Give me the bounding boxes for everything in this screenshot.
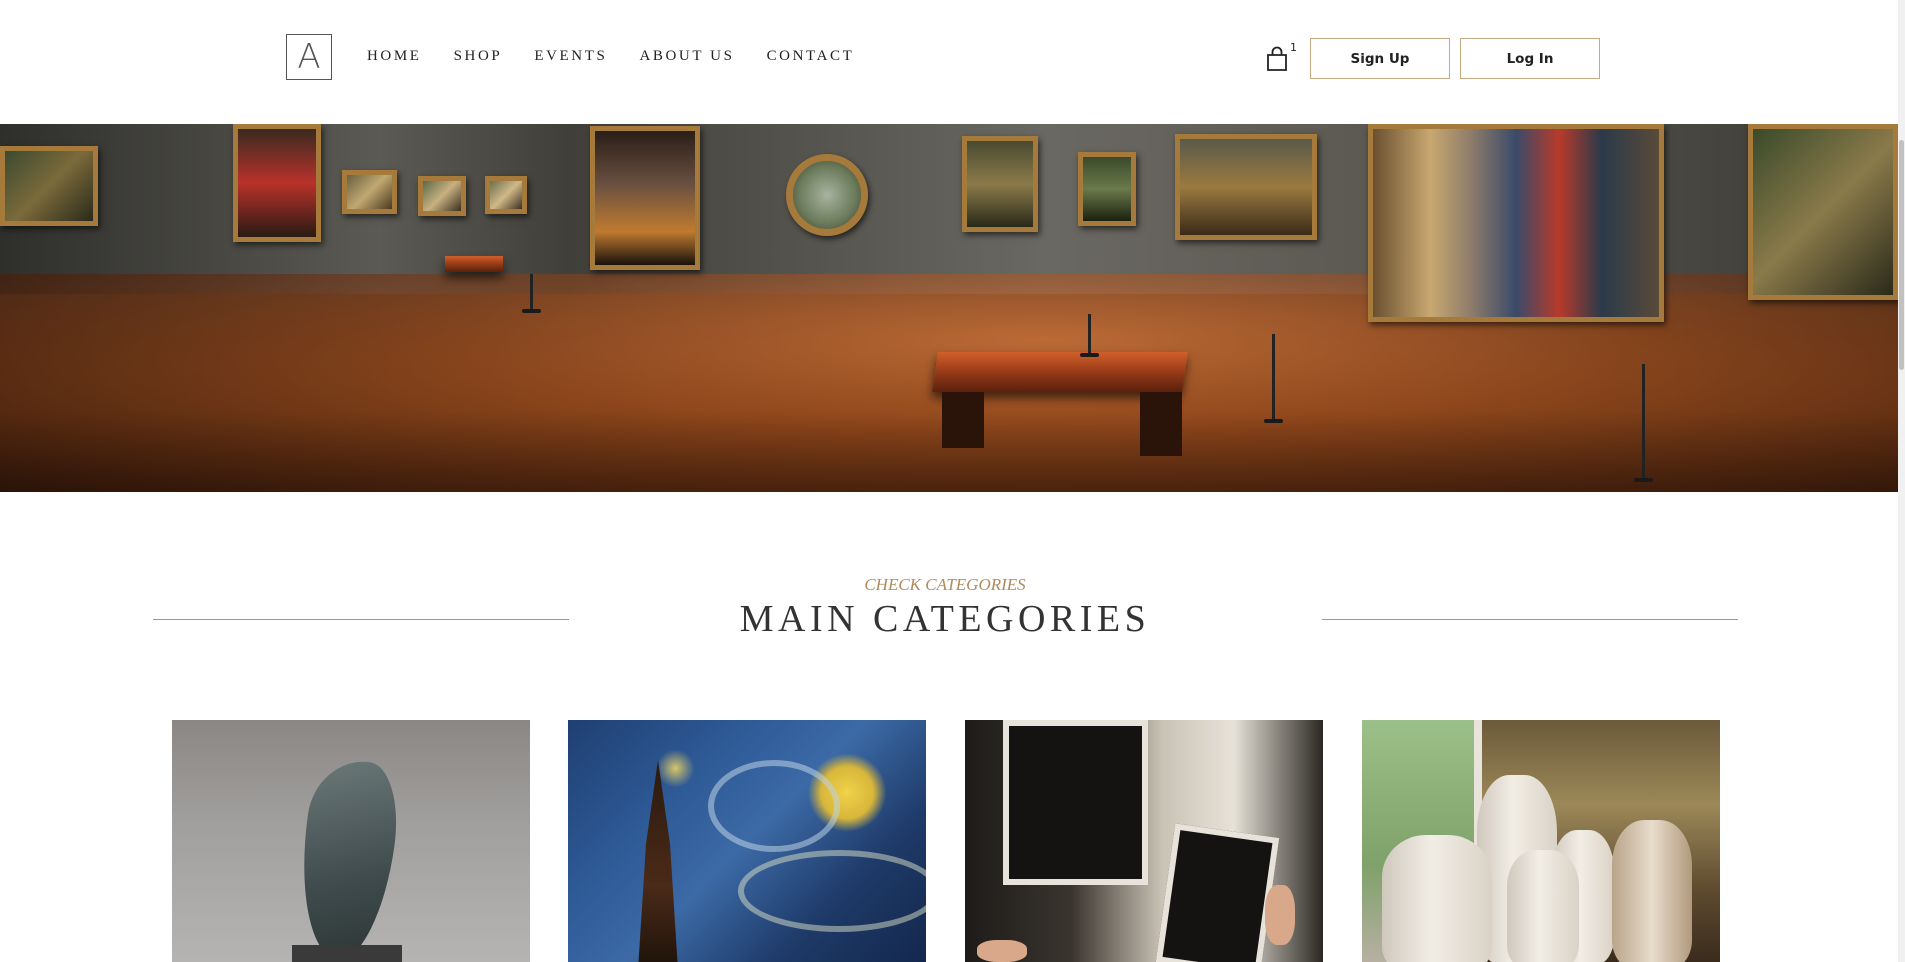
rope-post: [522, 274, 541, 313]
category-card-ceramics[interactable]: [1362, 720, 1720, 962]
sculpture-image: [288, 754, 406, 962]
painting: [418, 176, 466, 216]
painting: [485, 176, 527, 214]
divider-left: [153, 619, 569, 620]
scrollbar-thumb[interactable]: [1899, 140, 1904, 370]
hand: [977, 940, 1027, 962]
site-header: A HOME SHOP EVENTS ABOUT US CONTACT 1 Si…: [0, 0, 1898, 124]
cypress-tree: [638, 760, 678, 962]
photo-frame: [1003, 720, 1148, 885]
bench-leg: [1140, 392, 1182, 456]
painting: [1748, 124, 1898, 300]
category-card-photography[interactable]: [965, 720, 1323, 962]
hero-gallery-image: [0, 124, 1898, 492]
nav-shop[interactable]: SHOP: [454, 48, 503, 65]
shopping-bag-icon[interactable]: [1266, 46, 1288, 72]
sign-up-button[interactable]: Sign Up: [1310, 38, 1450, 79]
vase: [1382, 835, 1492, 962]
rope-post: [1264, 334, 1283, 423]
log-in-button[interactable]: Log In: [1460, 38, 1600, 79]
sculpture-base: [292, 945, 402, 962]
painting: [0, 146, 98, 226]
painting: [233, 124, 321, 242]
painting: [1368, 124, 1664, 322]
painting: [1078, 152, 1136, 226]
hand: [1265, 885, 1295, 945]
page-scrollbar[interactable]: [1898, 0, 1905, 962]
painting: [342, 170, 397, 214]
nav-contact[interactable]: CONTACT: [767, 48, 855, 65]
sky-swirl: [708, 760, 840, 852]
vase: [1612, 820, 1692, 962]
rope-post: [1080, 314, 1099, 357]
main-nav: HOME SHOP EVENTS ABOUT US CONTACT: [367, 48, 886, 65]
category-card-sculpture[interactable]: [172, 720, 530, 962]
sky-swirl: [738, 850, 926, 932]
nav-events[interactable]: EVENTS: [534, 48, 607, 65]
section-subtitle: CHECK CATEGORIES: [864, 575, 1026, 594]
painting: [1175, 134, 1317, 240]
divider-right: [1322, 619, 1738, 620]
rope-post: [1634, 364, 1653, 482]
cart-count-badge: 1: [1290, 41, 1297, 54]
gallery-bench: [932, 352, 1188, 392]
photo-frame: [1155, 823, 1280, 962]
bench-leg: [942, 392, 984, 448]
nav-about-us[interactable]: ABOUT US: [639, 48, 734, 65]
painting: [590, 126, 700, 270]
gallery-bench: [445, 256, 503, 272]
category-card-painting[interactable]: [568, 720, 926, 962]
vase: [1507, 850, 1579, 962]
nav-home[interactable]: HOME: [367, 48, 422, 65]
site-logo[interactable]: A: [286, 34, 332, 80]
painting: [962, 136, 1038, 232]
painting: [786, 154, 868, 236]
